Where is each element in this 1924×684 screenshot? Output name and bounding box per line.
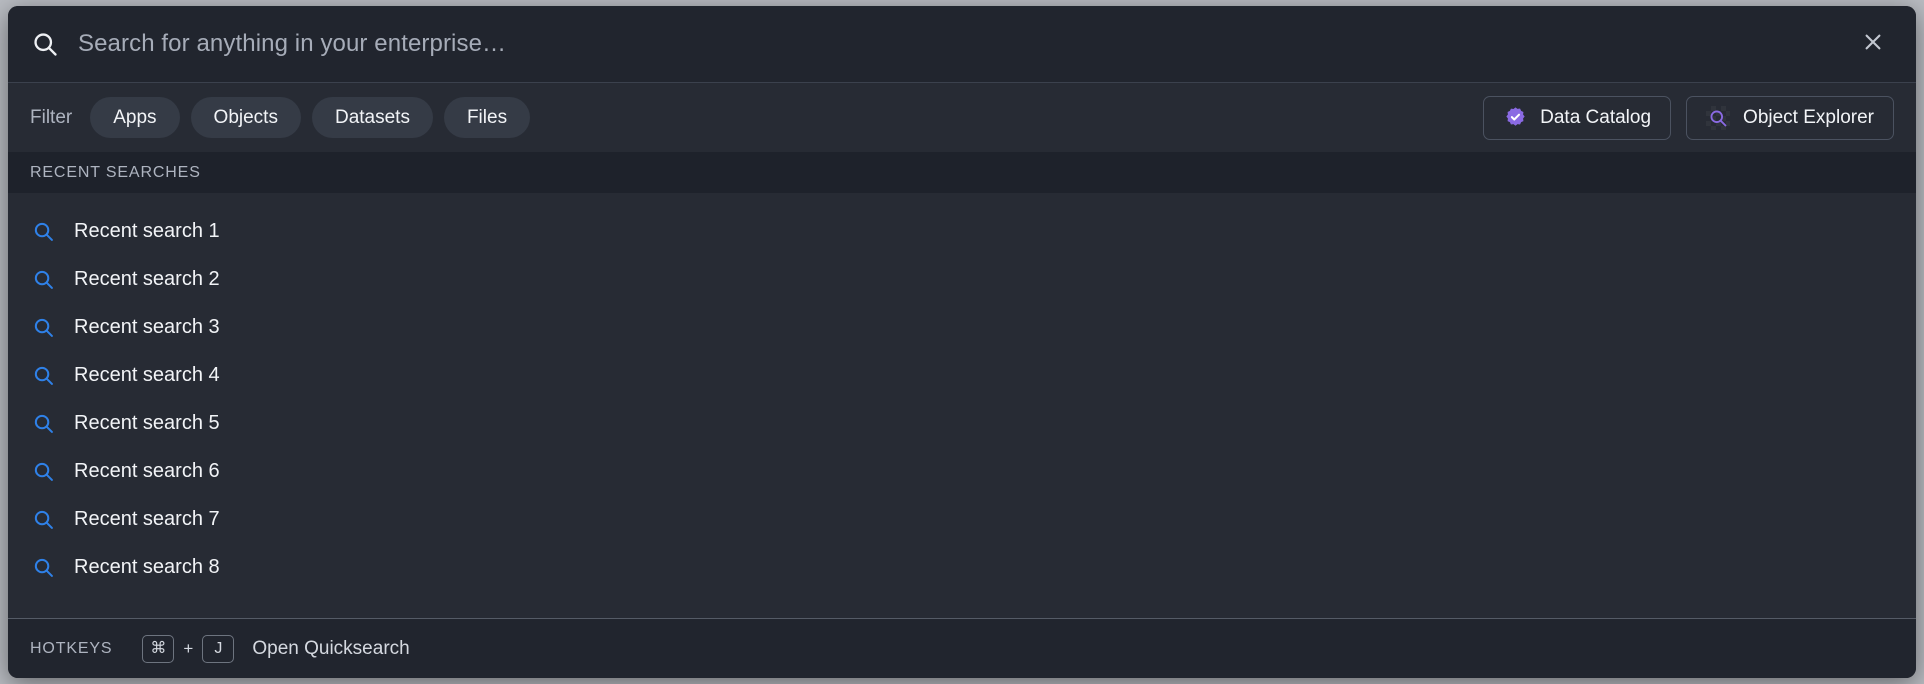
list-item-label: Recent search 3 [74,315,220,338]
list-item[interactable]: Recent search 6 [8,447,1916,495]
filter-pill-objects[interactable]: Objects [190,96,301,139]
search-input[interactable] [78,30,1848,58]
list-item-label: Recent search 8 [74,555,220,578]
filter-pill-datasets[interactable]: Datasets [311,96,433,139]
verified-badge-icon [1503,106,1527,130]
data-catalog-button[interactable]: Data Catalog [1483,95,1672,140]
magnifier-icon [1706,105,1731,130]
recent-searches-header: RECENT SEARCHES [8,152,1916,193]
list-item[interactable]: Recent search 3 [8,303,1916,351]
hotkeys-bar: HOTKEYS ⌘ + J Open Quicksearch [8,618,1916,678]
hotkeys-label: HOTKEYS [30,639,113,657]
search-icon [30,29,60,59]
list-item-label: Recent search 7 [74,507,220,530]
list-item[interactable]: Recent search 5 [8,399,1916,447]
object-explorer-button[interactable]: Object Explorer [1686,95,1894,140]
key-separator: + [183,638,194,658]
recent-searches-title: RECENT SEARCHES [30,163,201,181]
list-item[interactable]: Recent search 4 [8,351,1916,399]
search-icon [30,314,56,340]
list-item-label: Recent search 2 [74,267,220,290]
search-icon [30,218,56,244]
list-item[interactable]: Recent search 2 [8,255,1916,303]
quicksearch-modal: Filter Apps Objects Datasets Files Data … [8,6,1916,678]
hotkey-action-label: Open Quicksearch [252,637,410,659]
close-button[interactable] [1848,19,1898,69]
list-item[interactable]: Recent search 7 [8,495,1916,543]
hotkey-combo: ⌘ + J [142,634,235,663]
list-item[interactable]: Recent search 1 [8,207,1916,255]
close-icon [1862,31,1884,58]
data-catalog-label: Data Catalog [1540,106,1652,128]
search-icon [30,506,56,532]
filter-row: Filter Apps Objects Datasets Files Data … [8,83,1916,152]
list-item[interactable]: Recent search 8 [8,543,1916,591]
list-item-label: Recent search 1 [74,219,220,242]
key-chip-j: J [202,634,235,663]
search-bar [8,6,1916,83]
search-icon [30,266,56,292]
object-explorer-label: Object Explorer [1743,106,1874,128]
search-icon [30,458,56,484]
filter-pill-apps[interactable]: Apps [90,96,180,139]
context-button-group: Data Catalog Object Explorer [1483,95,1894,140]
filter-pill-group: Apps Objects Datasets Files [90,96,531,139]
list-item-label: Recent search 6 [74,459,220,482]
search-icon [30,410,56,436]
search-icon [30,554,56,580]
key-chip-command: ⌘ [142,634,175,663]
search-icon [30,362,56,388]
filter-pill-files[interactable]: Files [443,96,531,139]
list-item-label: Recent search 5 [74,411,220,434]
recent-searches-list: Recent search 1 Recent search 2 Recent s… [8,193,1916,618]
list-item-label: Recent search 4 [74,363,220,386]
filter-label: Filter [30,106,73,128]
